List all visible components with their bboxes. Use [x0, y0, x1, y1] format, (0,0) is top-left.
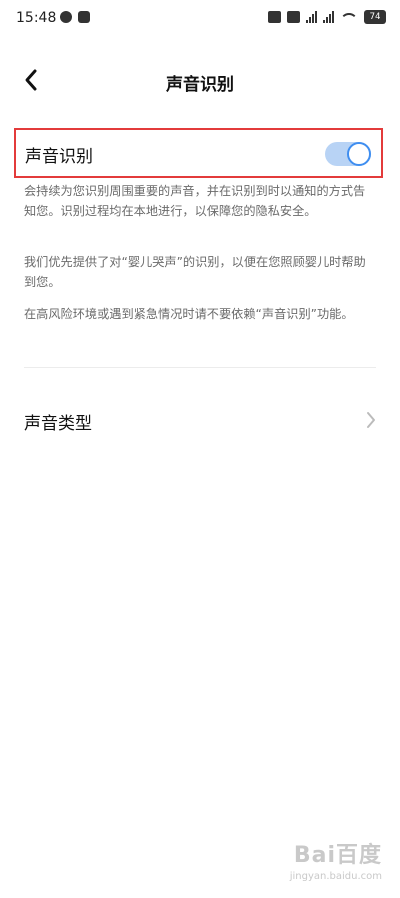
baidu-watermark: Bai百度 jingyan.baidu.com: [290, 837, 382, 882]
status-bar: 15:48 74: [0, 0, 400, 36]
signal-icon-2: [323, 11, 334, 23]
sound-recognition-toggle-row[interactable]: 声音识别: [14, 128, 383, 178]
nfc-icon: [268, 11, 281, 23]
status-time: 15:48: [16, 10, 57, 26]
toggle-label: 声音识别: [25, 147, 93, 167]
notification-icons: [60, 11, 90, 23]
wifi-icon: [340, 13, 358, 25]
divider: [24, 367, 376, 368]
app-notification-icon: [60, 11, 72, 23]
description-paragraph-3: 在高风险环境或遇到紧急情况时请不要依赖“声音识别”功能。: [24, 307, 354, 321]
nav-bar: 声音识别: [0, 55, 400, 105]
description-paragraph-1: 会持续为您识别周围重要的声音，并在识别到时以通知的方式告知您。识别过程均在本地进…: [24, 184, 366, 218]
status-icons: 74: [268, 10, 386, 24]
switch-knob: [347, 142, 371, 166]
signal-icon: [306, 11, 317, 23]
sound-types-label: 声音类型: [24, 414, 92, 434]
hd-icon: [287, 11, 300, 23]
watermark-url: jingyan.baidu.com: [289, 871, 382, 882]
message-notification-icon: [78, 11, 90, 23]
sound-types-item[interactable]: 声音类型: [0, 395, 400, 445]
description-paragraph-2: 我们优先提供了对“婴儿哭声”的识别，以便在您照顾婴儿时帮助到您。: [24, 255, 366, 289]
sound-recognition-switch[interactable]: [325, 142, 371, 166]
chevron-right-icon: [367, 412, 375, 428]
watermark-logo: Bai百度: [293, 843, 382, 868]
page-title: 声音识别: [166, 75, 234, 95]
battery-icon: 74: [364, 10, 386, 24]
